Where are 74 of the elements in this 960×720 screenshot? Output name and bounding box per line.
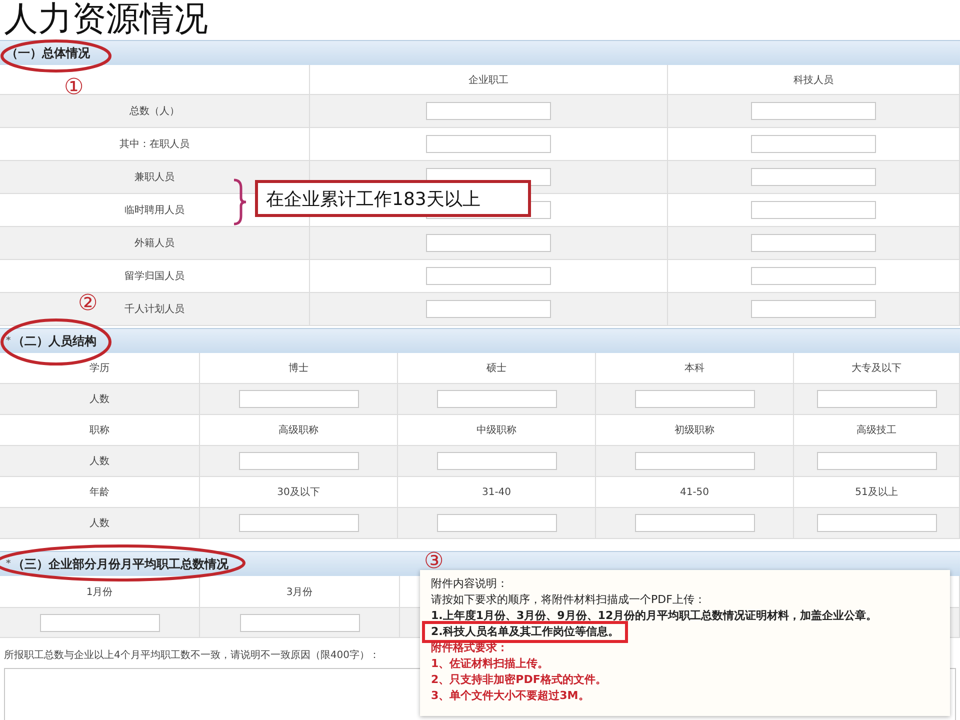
table-cell: 31-40 [482, 486, 512, 498]
column-header: 1月份 [86, 586, 113, 598]
table-cell-text: 本科 [684, 362, 704, 375]
step-number: ② [78, 292, 98, 316]
row-label: 人数 [90, 455, 110, 468]
table-cell-text: 初级职称 [674, 424, 714, 437]
tooltip-line: 3、单个文件大小不要超过3M。 [430, 688, 590, 704]
input-field[interactable] [426, 102, 551, 120]
input-field[interactable] [238, 514, 358, 532]
row-label: 人数 [90, 517, 110, 530]
section-heading: （三）企业部分月份月平均职工总数情况 [12, 556, 229, 572]
row-label: 学历 [90, 362, 110, 375]
table-cell-text: 博士 [288, 362, 308, 375]
table-cell: 41-50 [680, 486, 710, 498]
note-text: 所报职工总数与企业以上4个月平均职工数不一致，请说明不一致原因（限400字）： [4, 650, 380, 661]
section-heading: （二）人员结构 [12, 332, 97, 350]
input-field[interactable] [426, 267, 551, 285]
tooltip-line: 附件内容说明： [430, 576, 509, 592]
input-field[interactable] [634, 514, 754, 532]
row-label: 兼职人员 [134, 171, 174, 184]
row-label: 其中：在职人员 [120, 138, 190, 151]
input-field[interactable] [40, 614, 160, 632]
input-field[interactable] [751, 168, 876, 186]
input-field[interactable] [426, 135, 551, 153]
input-field[interactable] [426, 234, 551, 252]
table-cell-text: 硕士 [486, 362, 506, 375]
table-cell-text: 30及以下 [277, 486, 320, 499]
bracket-drawing [234, 178, 248, 226]
input-field[interactable] [751, 300, 876, 318]
tooltip-line: 2、只支持非加密PDF格式的文件。 [430, 672, 608, 688]
input-field[interactable] [436, 514, 556, 532]
input-field[interactable] [634, 452, 754, 470]
required-mark: * [6, 559, 11, 569]
step-number: ③ [424, 550, 444, 574]
row-label: 年龄 [90, 486, 110, 499]
input-field[interactable] [751, 267, 876, 285]
section-heading: （一）总体情况 [6, 44, 90, 62]
row-label: 临时聘用人员 [124, 204, 184, 217]
row-label: 人数 [90, 393, 110, 406]
tooltip-line: 1、佐证材料扫描上传。 [430, 656, 550, 672]
input-field[interactable] [751, 234, 876, 252]
input-field[interactable] [238, 452, 358, 470]
table-cell-text: 高级技工 [856, 424, 896, 437]
column-header: 企业职工 [468, 74, 508, 86]
row-label: 总数（人） [130, 104, 180, 118]
tooltip-line: 附件格式要求： [430, 640, 509, 656]
row-label: 留学归国人员 [124, 270, 184, 283]
tooltip-line: 请按如下要求的顺序，将附件材料扫描成一个PDF上传： [430, 592, 706, 608]
input-field[interactable] [238, 390, 358, 408]
column-header: 3月份 [286, 586, 313, 598]
column-header: 科技人员 [794, 74, 834, 86]
row-label: 外籍人员 [134, 237, 174, 250]
input-field[interactable] [816, 514, 936, 532]
required-mark: * [6, 336, 11, 346]
input-field[interactable] [816, 390, 936, 408]
input-field[interactable] [436, 390, 556, 408]
input-field[interactable] [751, 102, 876, 120]
table-cell-text: 51及以上 [855, 486, 898, 499]
input-field[interactable] [816, 452, 936, 470]
input-field[interactable] [426, 300, 551, 318]
input-field[interactable] [240, 614, 360, 632]
input-field[interactable] [634, 390, 754, 408]
step-number: ① [64, 76, 84, 100]
input-field[interactable] [436, 452, 556, 470]
callout-tooltip: 在企业累计工作183天以上 [255, 180, 531, 217]
page-title: 人力资源情况 [3, 0, 209, 40]
row-label: 职称 [90, 424, 110, 437]
input-field[interactable] [751, 201, 876, 219]
table-cell-text: 中级职称 [476, 424, 516, 437]
table-cell-text: 高级职称 [278, 424, 318, 437]
tooltip-line: 1.上年度1月份、3月份、9月份、12月份的月平均职工总数情况证明材料，加盖企业公章。 [430, 608, 878, 624]
row-label: 千人计划人员 [124, 302, 184, 316]
input-field[interactable] [751, 135, 876, 153]
table-cell-text: 大专及以下 [852, 362, 902, 375]
